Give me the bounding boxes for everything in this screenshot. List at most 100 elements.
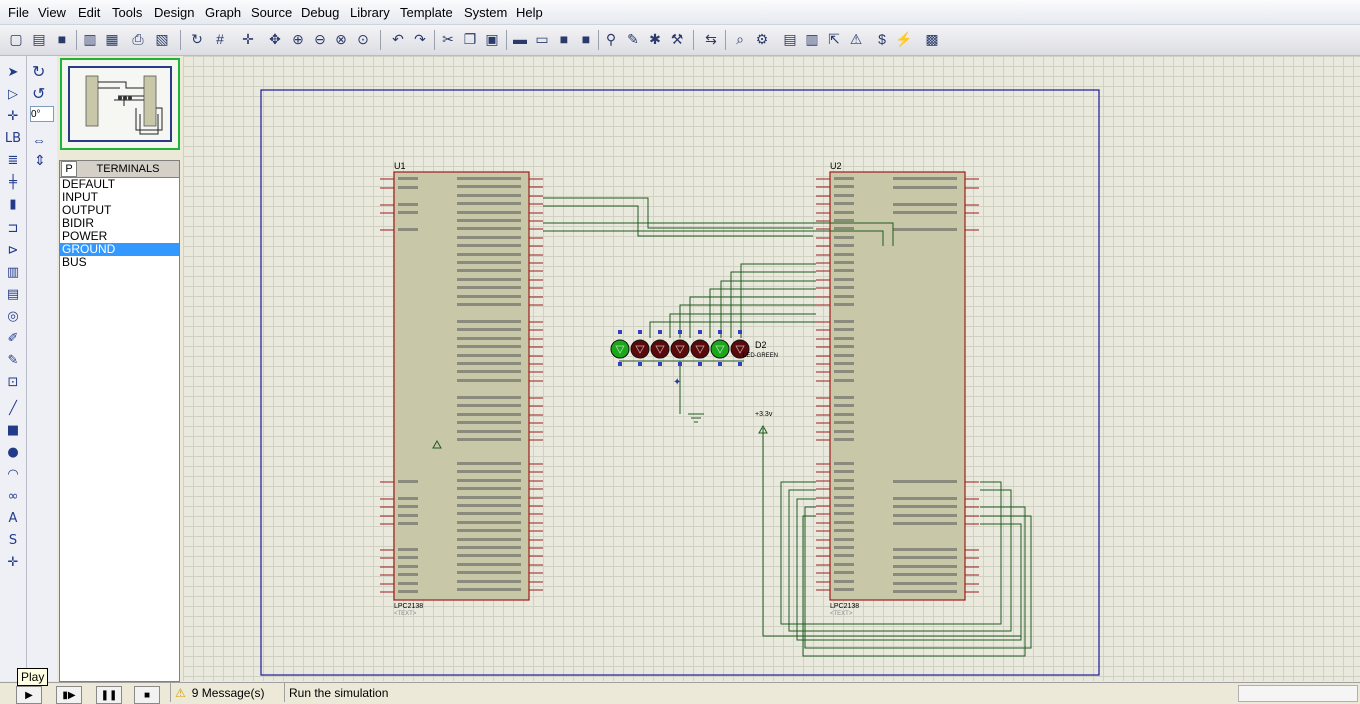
menu-debug[interactable]: Debug <box>301 5 339 20</box>
open-folder-icon[interactable]: ▤ <box>29 29 49 49</box>
block-rotate-icon[interactable]: ■ <box>554 29 574 49</box>
pause-button[interactable]: ❚❚ <box>96 686 122 704</box>
selection-mode-icon[interactable]: ➤ <box>3 62 23 82</box>
make-device-icon[interactable]: ✎ <box>623 29 643 49</box>
menu-template[interactable]: Template <box>400 5 453 20</box>
ares-icon[interactable]: ▩ <box>922 29 942 49</box>
wire[interactable] <box>740 263 816 338</box>
print-area-icon[interactable]: ▧ <box>152 29 172 49</box>
text-script-icon[interactable]: ≣ <box>3 150 23 170</box>
new-file-icon[interactable]: ▢ <box>6 29 26 49</box>
arc-tool-icon[interactable]: ◠ <box>3 464 23 484</box>
rotate-ccw-icon[interactable]: ↺ <box>32 84 45 104</box>
terminal-bus[interactable]: BUS <box>60 256 179 269</box>
generator-mode-icon[interactable]: ◎ <box>3 306 23 326</box>
grid-icon[interactable]: # <box>210 29 230 49</box>
zoom-area-icon[interactable]: ⊙ <box>353 29 373 49</box>
tape-recorder-icon[interactable]: ▤ <box>3 284 23 304</box>
voltage-probe-icon[interactable]: ✐ <box>3 328 23 348</box>
menu-graph[interactable]: Graph <box>205 5 241 20</box>
stop-button[interactable]: ■ <box>134 686 160 704</box>
block-move-icon[interactable]: ▭ <box>532 29 552 49</box>
mirror-horizontal-icon[interactable]: ⇔ <box>32 132 46 148</box>
wire-label-icon[interactable]: LB <box>3 128 23 148</box>
menu-source[interactable]: Source <box>251 5 292 20</box>
marker-tool-icon[interactable]: ✛ <box>3 552 23 572</box>
line-tool-icon[interactable]: ╱ <box>3 398 23 418</box>
undo-icon[interactable]: ↶ <box>388 29 408 49</box>
junction-dot-icon[interactable]: ✛ <box>3 106 23 126</box>
wire[interactable] <box>649 321 816 338</box>
save-icon[interactable]: ■ <box>52 29 72 49</box>
menu-help[interactable]: Help <box>516 5 543 20</box>
paste-icon[interactable]: ▣ <box>482 29 502 49</box>
origin-icon[interactable]: ✛ <box>238 29 258 49</box>
pick-device-icon[interactable]: ⚲ <box>601 29 621 49</box>
rotation-angle-field[interactable] <box>30 106 54 122</box>
text-tool-icon[interactable]: A <box>3 508 23 528</box>
menu-design[interactable]: Design <box>154 5 194 20</box>
overview-viewport[interactable] <box>68 66 172 142</box>
component-mode-icon[interactable]: ▷ <box>3 84 23 104</box>
ground-terminal[interactable] <box>688 413 704 423</box>
device-pins-icon[interactable]: ⊳ <box>3 240 23 260</box>
pick-devices-button[interactable]: P <box>61 161 77 177</box>
overview-window[interactable] <box>60 58 180 150</box>
decompose-icon[interactable]: ⚒ <box>667 29 687 49</box>
wire[interactable] <box>689 296 816 338</box>
redo-icon[interactable]: ↷ <box>410 29 430 49</box>
mirror-vertical-icon[interactable]: ⇕ <box>34 152 46 169</box>
messages-area[interactable]: ⚠ 9 Message(s) <box>170 683 281 702</box>
copy-icon[interactable]: ❐ <box>460 29 480 49</box>
import-icon[interactable]: ▥ <box>80 29 100 49</box>
packaging-tool-icon[interactable]: ✱ <box>645 29 665 49</box>
remove-sheet-icon[interactable]: ▥ <box>802 29 822 49</box>
schematic-canvas[interactable]: U1 LPC2138 <TEXT> U2 LPC2138 <TEXT> D2 L… <box>183 56 1360 681</box>
menu-file[interactable]: File <box>8 5 29 20</box>
print-icon[interactable]: ⎙ <box>128 29 148 49</box>
search-tag-icon[interactable]: ⌕ <box>730 29 750 49</box>
property-assignment-icon[interactable]: ⚙ <box>752 29 772 49</box>
box-tool-icon[interactable]: ■ <box>3 420 23 440</box>
current-probe-icon[interactable]: ✎ <box>3 350 23 370</box>
ground-wire[interactable] <box>619 360 744 414</box>
wire[interactable] <box>669 313 816 338</box>
zoom-all-icon[interactable]: ⊗ <box>331 29 351 49</box>
play-button[interactable]: ▶ <box>16 686 42 704</box>
zoom-out-icon[interactable]: ⊖ <box>310 29 330 49</box>
symbol-tool-icon[interactable]: S <box>3 530 23 550</box>
thumb-led <box>123 96 127 100</box>
menu-view[interactable]: View <box>38 5 66 20</box>
rotate-cw-icon[interactable]: ↻ <box>32 62 45 82</box>
subcircuit-icon[interactable]: ▮ <box>3 194 23 214</box>
circle-tool-icon[interactable]: ● <box>3 442 23 462</box>
chip-u1[interactable]: U1 LPC2138 <TEXT> <box>380 161 543 617</box>
menu-library[interactable]: Library <box>350 5 390 20</box>
netlist-icon[interactable]: ⚡ <box>894 29 914 49</box>
bill-of-materials-icon[interactable]: $ <box>872 29 892 49</box>
wire[interactable] <box>720 280 816 338</box>
electrical-rule-check-icon[interactable]: ⚠ <box>846 29 866 49</box>
path-tool-icon[interactable]: ∞ <box>3 486 23 506</box>
export-icon[interactable]: ▦ <box>102 29 122 49</box>
block-copy-icon[interactable]: ▬ <box>510 29 530 49</box>
pan-icon[interactable]: ✥ <box>265 29 285 49</box>
wire-autorouter-icon[interactable]: ⇆ <box>701 29 721 49</box>
refresh-icon[interactable]: ↻ <box>187 29 207 49</box>
led-array-d2[interactable]: D2 LED-GREEN ✦ <box>610 330 778 388</box>
menu-system[interactable]: System <box>464 5 507 20</box>
menu-tools[interactable]: Tools <box>112 5 142 20</box>
virtual-instruments-icon[interactable]: ⊡ <box>3 372 23 392</box>
zoom-in-icon[interactable]: ⊕ <box>288 29 308 49</box>
block-delete-icon[interactable]: ■ <box>576 29 596 49</box>
power-terminal[interactable]: +3.3v <box>755 411 773 434</box>
exit-to-parent-icon[interactable]: ⇱ <box>824 29 844 49</box>
cut-icon[interactable]: ✂ <box>438 29 458 49</box>
terminals-mode-icon[interactable]: ⊐ <box>3 218 23 238</box>
step-button[interactable]: ▮▶ <box>56 686 82 704</box>
buses-icon[interactable]: ╪ <box>3 172 23 192</box>
chip-u2[interactable]: U2 LPC2138 <TEXT> <box>816 161 979 617</box>
graph-mode-icon[interactable]: ▥ <box>3 262 23 282</box>
new-sheet-icon[interactable]: ▤ <box>780 29 800 49</box>
menu-edit[interactable]: Edit <box>78 5 100 20</box>
